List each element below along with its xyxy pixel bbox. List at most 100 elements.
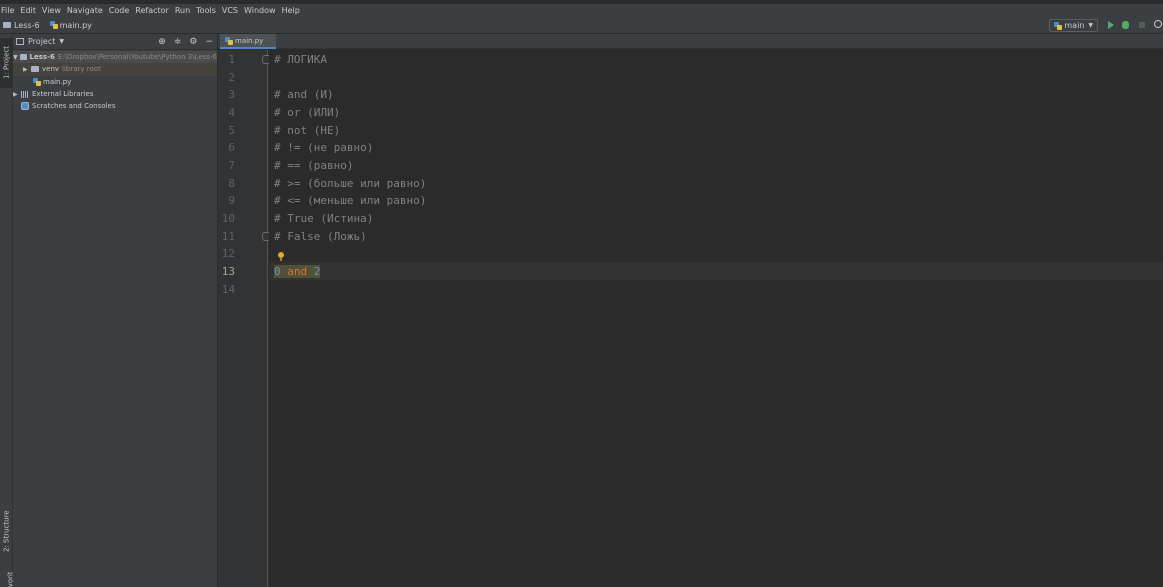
code-line: # not (НЕ) <box>274 124 341 137</box>
menu-bar: File Edit View Navigate Code Refactor Ru… <box>0 4 1163 17</box>
editor-tab-bar: main.py <box>218 34 1163 49</box>
collapse-all-icon[interactable]: ≑ <box>174 37 182 47</box>
code-line: # and (И) <box>274 88 334 101</box>
scratches-icon <box>21 102 29 111</box>
project-tree: ▼ Less-6 E:\Dropbox\Personal\Youtube\Pyt… <box>13 50 217 112</box>
tree-item-label: External Libraries <box>32 90 94 99</box>
run-configuration-label: main <box>1064 21 1085 30</box>
locate-icon[interactable]: ⊕ <box>158 37 166 47</box>
debug-icon[interactable] <box>1122 21 1129 29</box>
line-number: 1 <box>228 53 235 66</box>
expand-right-icon[interactable]: ▶ <box>13 91 21 98</box>
current-line-highlight <box>269 262 1163 280</box>
tool-tab-favorites-label: 2: Favorites <box>0 572 14 587</box>
lightbulb-icon[interactable] <box>278 252 284 261</box>
menu-code[interactable]: Code <box>109 6 129 15</box>
tool-tab-structure-label: 2: Structure <box>2 510 11 552</box>
line-number-current: 13 <box>221 265 235 278</box>
code-line: # True (Истина) <box>274 212 374 225</box>
line-number: 8 <box>228 177 235 190</box>
code-token-number: 0 <box>274 265 281 278</box>
line-number: 12 <box>221 247 235 260</box>
run-icon[interactable] <box>1108 21 1114 29</box>
folder-icon <box>31 66 39 73</box>
code-line: # >= (больше или равно) <box>274 177 427 190</box>
code-line-selected: 0 and 2 <box>274 265 321 278</box>
stop-icon[interactable] <box>1139 22 1145 28</box>
line-number: 14 <box>221 283 235 296</box>
tool-tab-structure[interactable]: 2: Structure <box>0 508 13 554</box>
tree-item-label: main.py <box>43 77 72 86</box>
project-view-icon <box>16 38 24 45</box>
chevron-down-icon: ▼ <box>1088 22 1093 29</box>
line-number-gutter: 1 2 3 4 5 6 7 8 9 10 11 12 13 14 <box>218 50 271 587</box>
line-number: 3 <box>228 88 235 101</box>
expand-down-icon[interactable]: ▼ <box>13 54 20 61</box>
menu-window[interactable]: Window <box>244 6 276 15</box>
left-tool-strip: 1: Project 2: Structure 2: Favorites <box>0 34 13 587</box>
line-number: 6 <box>228 141 235 154</box>
tree-item-external-libraries[interactable]: ▶ External Libraries <box>13 88 217 100</box>
breadcrumb-project-label: Less-6 <box>14 20 40 30</box>
editor-tab-label: main.py <box>235 36 264 45</box>
python-file-icon <box>1054 21 1063 30</box>
tree-item-path: E:\Dropbox\Personal\Youtube\Python 3\Les… <box>57 53 217 62</box>
code-line: # False (Ложь) <box>274 230 367 243</box>
breadcrumb-file-label: main.py <box>59 20 92 30</box>
menu-file[interactable]: File <box>1 6 14 15</box>
folder-icon <box>19 54 27 61</box>
menu-run[interactable]: Run <box>175 6 190 15</box>
tree-item-scratches[interactable]: Scratches and Consoles <box>13 100 217 112</box>
tree-item-label: Scratches and Consoles <box>32 102 116 111</box>
code-line: # ЛОГИКА <box>274 53 327 66</box>
tree-item-label: venv <box>42 65 60 74</box>
breadcrumb-project[interactable]: Less-6 <box>3 21 40 30</box>
line-number: 5 <box>228 124 235 137</box>
menu-view[interactable]: View <box>42 6 61 15</box>
code-token-keyword: and <box>287 265 308 278</box>
menu-navigate[interactable]: Navigate <box>67 6 103 15</box>
menu-edit[interactable]: Edit <box>20 6 36 15</box>
project-panel-title[interactable]: Project <box>28 37 55 46</box>
tree-item-main-py[interactable]: main.py <box>13 76 217 88</box>
tool-tab-favorites[interactable]: 2: Favorites <box>0 572 14 587</box>
python-file-icon <box>225 36 233 45</box>
tree-item-note: library root <box>62 65 101 74</box>
code-line: # == (равно) <box>274 159 354 172</box>
tree-item-root[interactable]: ▼ Less-6 E:\Dropbox\Personal\Youtube\Pyt… <box>13 51 217 64</box>
tool-tab-project[interactable]: 1: Project <box>0 38 13 88</box>
menu-vcs[interactable]: VCS <box>222 6 238 15</box>
menu-help[interactable]: Help <box>282 6 300 15</box>
line-number: 9 <box>228 194 235 207</box>
code-line: # <= (меньше или равно) <box>274 194 427 207</box>
line-number: 2 <box>228 71 235 84</box>
breadcrumb-file[interactable]: main.py <box>49 20 92 30</box>
python-file-icon <box>33 77 41 86</box>
editor-tab-main-py[interactable]: main.py <box>220 34 276 49</box>
folder-icon <box>3 22 11 28</box>
code-token-number: 2 <box>313 265 321 278</box>
navigation-bar: Less-6 main.py main ▼ <box>0 17 1163 34</box>
line-number: 4 <box>228 106 235 119</box>
line-number: 7 <box>228 159 235 172</box>
gear-icon[interactable]: ⚙ <box>189 37 197 47</box>
tool-tab-project-label: 1: Project <box>2 46 11 80</box>
tree-item-venv[interactable]: ▶ venv library root <box>13 63 217 76</box>
search-icon[interactable] <box>1154 20 1162 28</box>
menu-tools[interactable]: Tools <box>196 6 216 15</box>
menu-refactor[interactable]: Refactor <box>135 6 169 15</box>
tree-item-label: Less-6 <box>29 53 55 62</box>
code-editor[interactable]: # ЛОГИКА # and (И) # or (ИЛИ) # not (НЕ)… <box>269 50 1163 587</box>
libraries-icon <box>21 90 29 98</box>
code-line: # != (не равно) <box>274 141 374 154</box>
project-panel: Project ▼ ⊕ ≑ ⚙ − ▼ Less-6 E:\Dropbox\Pe… <box>13 34 218 587</box>
chevron-down-icon[interactable]: ▼ <box>59 38 64 45</box>
run-configuration-dropdown[interactable]: main ▼ <box>1049 19 1098 32</box>
project-panel-header: Project ▼ ⊕ ≑ ⚙ − <box>13 34 217 50</box>
python-file-icon <box>49 21 58 29</box>
line-number: 11 <box>221 230 235 243</box>
line-number: 10 <box>221 212 235 225</box>
hide-icon[interactable]: − <box>205 37 213 47</box>
code-line: # or (ИЛИ) <box>274 106 341 119</box>
expand-right-icon[interactable]: ▶ <box>23 66 31 73</box>
